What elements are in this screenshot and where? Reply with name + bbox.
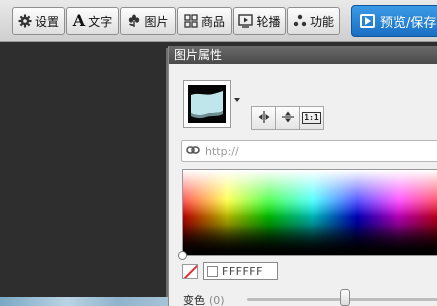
text-label: 文字 (88, 14, 113, 29)
color-swatch (207, 265, 218, 277)
hex-color-input[interactable] (222, 264, 277, 278)
slideshow-icon (238, 14, 254, 28)
image-url-field[interactable] (181, 140, 437, 162)
carousel-label: 轮播 (256, 14, 281, 29)
grid-icon (184, 14, 198, 28)
chevron-down-icon[interactable] (234, 98, 240, 102)
carousel-button[interactable]: 轮播 (233, 7, 286, 35)
preview-save-button[interactable]: 预览/保存 (351, 5, 437, 37)
text-button[interactable]: A 文字 (66, 7, 119, 35)
dots-cluster-icon (293, 14, 307, 28)
product-label: 商品 (200, 14, 225, 29)
preview-save-label: 预览/保存 (380, 15, 437, 31)
text-a-icon: A (72, 11, 86, 30)
product-button[interactable]: 商品 (177, 7, 232, 35)
gear-icon (18, 14, 32, 28)
flip-horizontal-button[interactable] (251, 106, 276, 130)
panel-title: 图片属性 (169, 46, 437, 64)
play-icon (360, 14, 375, 28)
image-thumbnail[interactable] (183, 80, 231, 128)
function-label: 功能 (309, 14, 334, 29)
thumbnail-preview (188, 85, 226, 123)
flip-vertical-icon (281, 110, 295, 127)
original-size-icon: 1:1 (302, 112, 321, 124)
original-size-button[interactable]: 1:1 (299, 106, 324, 130)
flower-icon (127, 14, 141, 28)
tint-slider-thumb[interactable] (340, 289, 350, 306)
image-button[interactable]: 图片 (120, 7, 176, 35)
settings-button[interactable]: 设置 (12, 7, 65, 35)
tint-label: 变色 (183, 294, 205, 306)
image-label: 图片 (144, 14, 169, 29)
flip-horizontal-icon (257, 110, 271, 127)
function-button[interactable]: 功能 (287, 7, 340, 35)
image-tool-group: 1:1 (251, 106, 324, 130)
tint-value: (0) (209, 293, 225, 306)
color-picker-handle[interactable] (178, 251, 187, 260)
canvas-preview-strip (0, 297, 168, 306)
color-spectrum-picker[interactable] (182, 169, 437, 256)
image-properties-panel: 图片属性 1:1 http:// FFFFFF 变色 (0) (168, 46, 437, 306)
url-input[interactable] (205, 144, 425, 158)
settings-label: 设置 (34, 14, 59, 29)
flip-vertical-button[interactable] (275, 106, 300, 130)
tint-row: 变色 (0) (183, 292, 225, 306)
link-icon (186, 144, 200, 158)
no-color-button[interactable] (182, 264, 198, 279)
top-toolbar: 设置 A 文字 图片 商品 轮播 功能 预览/保存 (0, 0, 437, 42)
hex-color-field[interactable] (203, 262, 278, 280)
